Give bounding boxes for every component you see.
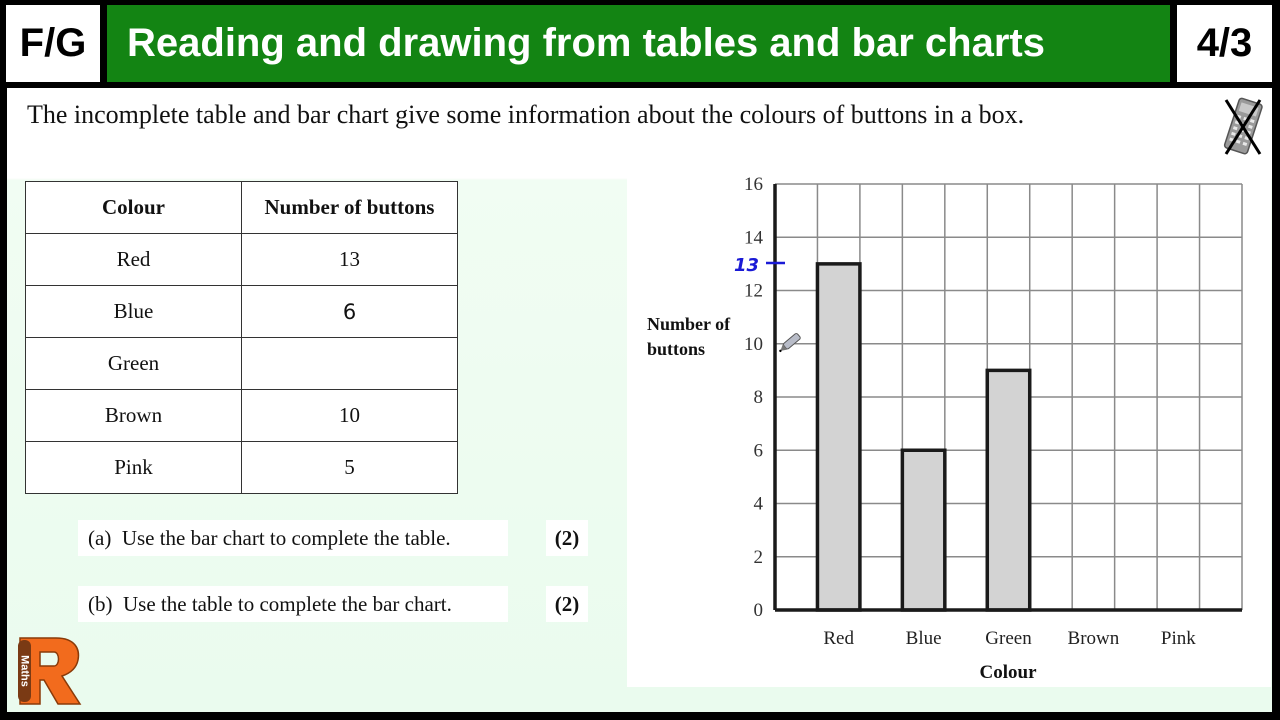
y-axis-label-line1: Number of <box>647 314 731 334</box>
part-b-label: (b) <box>88 592 113 616</box>
table-row: Brown 10 <box>25 389 458 442</box>
level-badge: F/G <box>6 5 100 82</box>
question-part-a: (a) Use the bar chart to complete the ta… <box>78 520 508 556</box>
y-tick-label: 16 <box>744 175 763 195</box>
question-intro: The incomplete table and bar chart give … <box>27 100 1025 129</box>
chart-bars <box>815 262 1032 612</box>
table-row: Blue 6 <box>25 285 458 338</box>
y-tick-label: 2 <box>754 547 764 568</box>
y-tick-label: 8 <box>754 387 764 408</box>
table-row: Green <box>25 337 458 390</box>
bar-blue <box>900 448 947 612</box>
x-tick-label: Pink <box>1161 628 1196 649</box>
page-number: 4/3 <box>1196 21 1253 65</box>
bar-red <box>815 262 862 612</box>
header-colour: Colour <box>25 181 242 234</box>
table-header-row: Colour Number of buttons <box>25 181 458 234</box>
cell-count-empty[interactable] <box>241 337 458 390</box>
logo-maths-text: Maths <box>19 655 31 687</box>
y-axis-label-line2: buttons <box>647 339 705 359</box>
part-b-marks: (2) <box>546 586 588 622</box>
x-tick-label: Red <box>823 628 854 649</box>
r-maths-logo: Maths <box>18 637 82 705</box>
cell-colour: Pink <box>25 441 242 494</box>
level-label: F/G <box>19 21 87 65</box>
y-tick-label: 14 <box>744 227 764 248</box>
cell-count[interactable]: 5 <box>241 441 458 494</box>
bar-chart: 0 2 4 6 8 10 12 14 16 Red Blue Green Brown Pink Numb… <box>647 175 1243 683</box>
buttons-table: Colour Number of buttons Red 13 Blue 6 G… <box>25 181 458 494</box>
handwritten-13-mark: 13 <box>734 255 785 276</box>
y-tick-label: 0 <box>754 600 764 621</box>
x-axis-label: Colour <box>980 662 1038 683</box>
page-title-text: Reading and drawing from tables and bar … <box>127 21 1045 65</box>
y-tick-label: 4 <box>754 494 764 515</box>
x-tick-label: Brown <box>1068 628 1120 649</box>
cell-colour: Blue <box>25 285 242 338</box>
table-row: Pink 5 <box>25 441 458 494</box>
bar-green <box>985 368 1032 612</box>
no-calculator-icon <box>1223 97 1263 155</box>
cell-count-handwritten[interactable]: 6 <box>241 285 458 338</box>
cell-count[interactable]: 10 <box>241 389 458 442</box>
part-b-text: Use the table to complete the bar chart. <box>123 592 452 616</box>
cell-count[interactable]: 13 <box>241 233 458 286</box>
part-a-label: (a) <box>88 526 112 550</box>
cell-colour: Green <box>25 337 242 390</box>
x-tick-label: Blue <box>906 628 942 649</box>
cell-colour: Red <box>25 233 242 286</box>
x-tick-label: Green <box>985 628 1032 649</box>
part-a-text: Use the bar chart to complete the table. <box>121 526 451 550</box>
y-tick-label: 6 <box>754 440 764 461</box>
page-number-badge: 4/3 <box>1177 5 1272 82</box>
y-tick-label: 10 <box>744 334 763 355</box>
header-number: Number of buttons <box>241 181 458 234</box>
question-part-b: (b) Use the table to complete the bar ch… <box>78 586 508 622</box>
table-row: Red 13 <box>25 233 458 286</box>
handwritten-13: 13 <box>734 255 759 276</box>
page-title: Reading and drawing from tables and bar … <box>107 5 1170 82</box>
y-tick-label: 12 <box>744 281 763 302</box>
part-a-marks: (2) <box>546 520 588 556</box>
cell-colour: Brown <box>25 389 242 442</box>
y-tick-labels: 0 2 4 6 8 10 12 14 16 <box>744 175 764 621</box>
x-tick-labels: Red Blue Green Brown Pink <box>823 628 1196 649</box>
